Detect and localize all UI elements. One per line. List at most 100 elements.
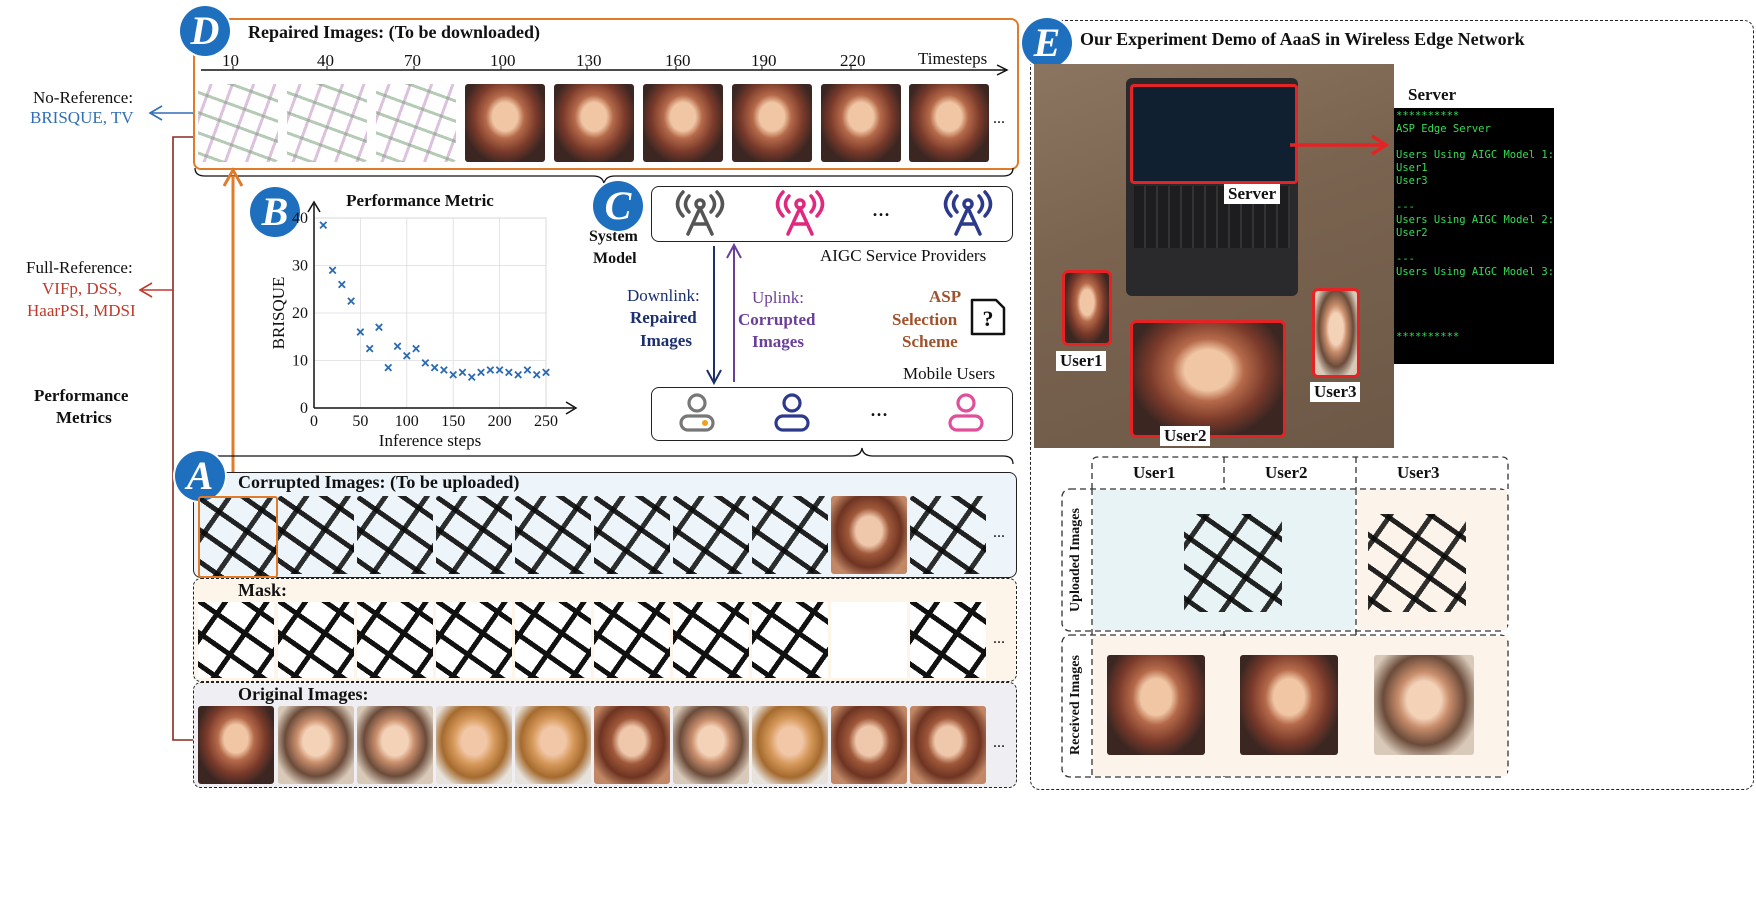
tower-icon-2: [775, 190, 825, 236]
repaired-images-title: Repaired Images: (To be downloaded): [248, 22, 541, 42]
y-tick-label-3: 30: [292, 258, 308, 275]
mask-image-7: [673, 602, 749, 678]
mask-image-3: [357, 602, 433, 678]
grid-col-user2: User2: [1265, 463, 1308, 482]
original-ellipsis: ...: [993, 734, 1005, 751]
user-icon-1: [679, 393, 715, 432]
received-image-user3: [1374, 655, 1474, 755]
system-model-line1: System: [589, 228, 638, 245]
timestep-label-7: 220: [840, 51, 866, 70]
mask-image-10: [910, 602, 986, 678]
tower-icon-3: [943, 190, 993, 236]
server-photo-label: Server: [1224, 184, 1281, 204]
grid-col-user3: User3: [1397, 463, 1440, 482]
corrupted-image-6: [594, 496, 670, 574]
repaired-image-100: [465, 84, 545, 162]
x-tick-label-3: 150: [441, 413, 465, 430]
question-doc-icon: ?: [970, 298, 1006, 336]
mask-image-9: [831, 602, 907, 678]
timestep-label-2: 70: [404, 51, 421, 70]
grid-col-user1: User1: [1133, 463, 1176, 482]
tablet-user2: [1130, 320, 1286, 438]
server-arrow: [1290, 134, 1390, 156]
y-tick-label-1: 10: [292, 353, 308, 370]
server-heading: Server: [1408, 85, 1457, 104]
original-image-2: [278, 706, 354, 784]
uploaded-image-user2: [1184, 514, 1282, 612]
timestep-label-3: 100: [490, 51, 516, 70]
user3-photo-label: User3: [1310, 382, 1361, 402]
corrupted-image-1: [198, 496, 278, 578]
providers-label: AIGC Service Providers: [820, 246, 987, 265]
corrupted-image-8: [752, 496, 828, 574]
row-received-images: Received Images: [1068, 655, 1083, 755]
corrupted-title: Corrupted Images: (To be uploaded): [238, 472, 520, 492]
original-image-5: [515, 706, 591, 784]
mask-image-1: [198, 602, 274, 678]
phone-user1: [1062, 270, 1112, 346]
downlink-repaired: Repaired: [630, 308, 697, 327]
uplink-images: Images: [752, 332, 804, 351]
full-ref-bracket: [172, 136, 193, 741]
corrupted-image-9: [831, 496, 907, 574]
y-tick-label-0: 0: [300, 400, 308, 417]
timestep-label-0: 10: [222, 51, 239, 70]
panel-e-title: Our Experiment Demo of AaaS in Wireless …: [1080, 29, 1525, 49]
repaired-ellipsis: ...: [993, 110, 1005, 127]
repaired-image-10: [198, 84, 278, 162]
row-uploaded-images: Uploaded Images: [1068, 508, 1083, 612]
corrupted-ellipsis: ...: [993, 524, 1005, 541]
y-axis-label: BRISQUE: [269, 277, 288, 350]
repaired-image-70: [376, 84, 456, 162]
upload-arrow: [222, 166, 244, 516]
badge-e: E: [1022, 18, 1072, 68]
repaired-image-40: [287, 84, 367, 162]
phone-user3: [1312, 288, 1360, 378]
original-image-9: [831, 706, 907, 784]
received-image-user1: [1107, 655, 1205, 755]
y-tick-label-2: 20: [292, 305, 308, 322]
asp-selection: Selection: [892, 310, 958, 329]
original-image-10: [910, 706, 986, 784]
downlink-images: Images: [640, 331, 692, 350]
mask-ellipsis: ...: [993, 630, 1005, 647]
original-title: Original Images:: [238, 684, 369, 704]
x-tick-label-0: 0: [310, 413, 318, 430]
uploaded-image-user3: [1368, 514, 1466, 612]
corrupted-image-3: [357, 496, 433, 574]
received-image-user2: [1240, 655, 1338, 755]
timestep-label-4: 130: [576, 51, 602, 70]
mask-image-5: [515, 602, 591, 678]
corrupted-image-10: [910, 496, 986, 574]
repaired-image-220: [821, 84, 901, 162]
original-image-8: [752, 706, 828, 784]
corrupted-image-4: [436, 496, 512, 574]
corrupted-image-7: [673, 496, 749, 574]
mask-image-6: [594, 602, 670, 678]
mask-image-8: [752, 602, 828, 678]
laptop-screen: [1130, 84, 1298, 184]
system-model-line2: Model: [593, 250, 637, 267]
providers-dots: ...: [872, 196, 890, 222]
corrupted-image-5: [515, 496, 591, 574]
mask-title: Mask:: [238, 580, 287, 600]
x-tick-label-2: 100: [395, 413, 419, 430]
mobile-users-label: Mobile Users: [903, 364, 996, 383]
x-tick-label-5: 250: [534, 413, 558, 430]
user-icon-2: [774, 393, 810, 432]
x-tick-label-4: 200: [488, 413, 512, 430]
user1-photo-label: User1: [1056, 351, 1107, 371]
repaired-image-130: [554, 84, 634, 162]
brace-a: [194, 447, 1014, 465]
original-image-4: [436, 706, 512, 784]
x-tick-label-1: 50: [352, 413, 368, 430]
repaired-image-160: [643, 84, 723, 162]
user2-photo-label: User2: [1160, 426, 1211, 446]
user-icon-3: [948, 393, 984, 432]
timestep-label-1: 40: [317, 51, 334, 70]
original-image-7: [673, 706, 749, 784]
repaired-image-190: [732, 84, 812, 162]
tower-icon-1: [675, 190, 725, 236]
mask-image-4: [436, 602, 512, 678]
original-image-6: [594, 706, 670, 784]
